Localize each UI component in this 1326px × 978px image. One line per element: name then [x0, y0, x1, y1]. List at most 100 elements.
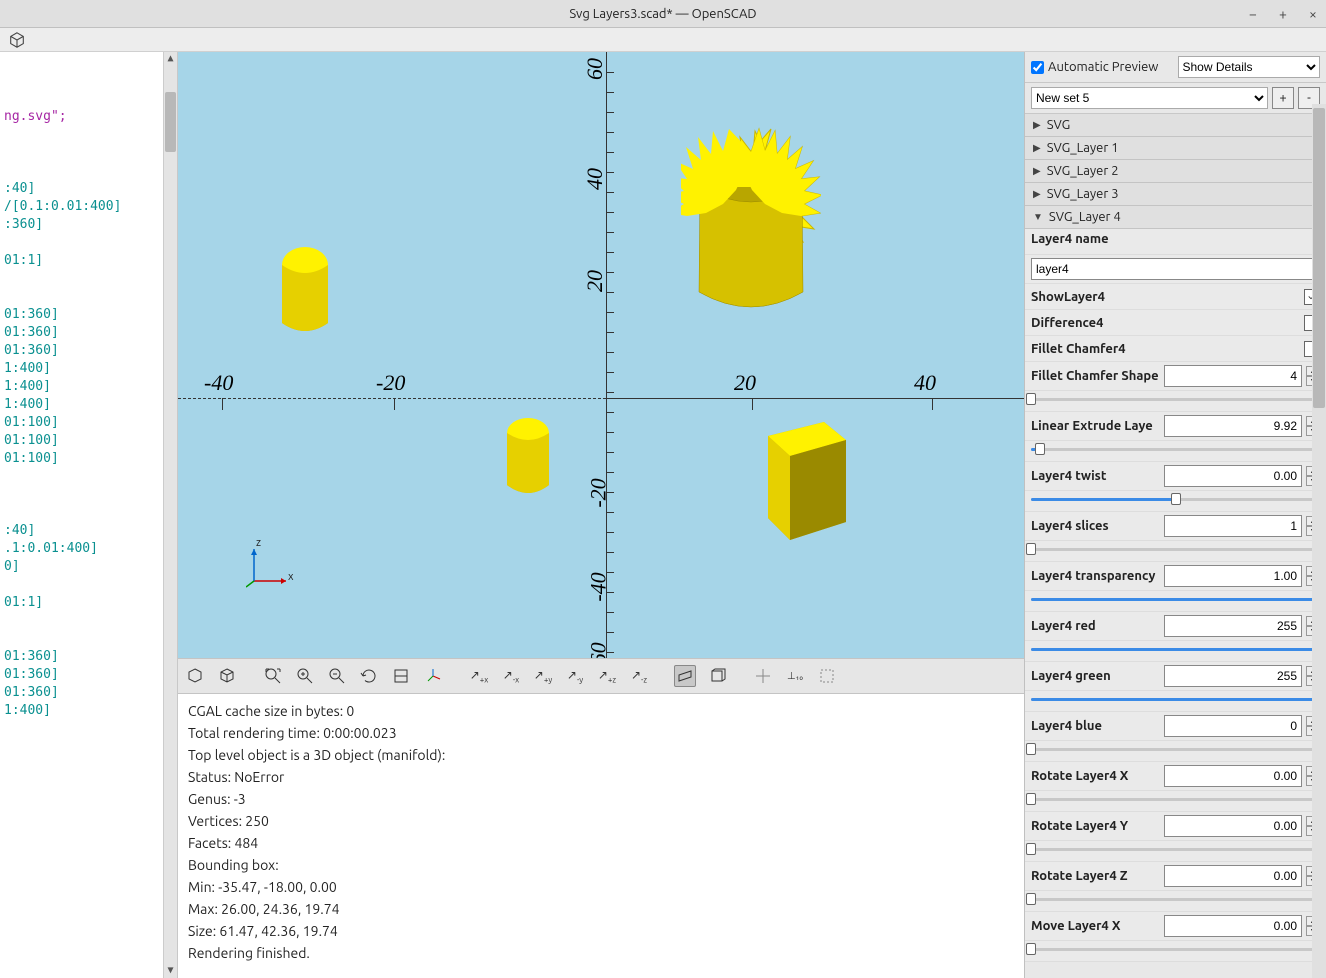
show-details-dropdown[interactable]: Show Details [1178, 56, 1321, 78]
prop-slider[interactable] [1031, 643, 1320, 655]
scroll-up-icon[interactable]: ▲ [164, 52, 177, 66]
section-svg_layer-2[interactable]: ▶ SVG_Layer 2 [1025, 160, 1326, 183]
section-svg[interactable]: ▶SVG [1025, 114, 1326, 137]
prop-label: Layer4 red [1031, 619, 1160, 633]
scroll-down-icon[interactable]: ▼ [164, 964, 177, 978]
title-bar: Svg Layers3.scad* — OpenSCAD − + × [0, 0, 1326, 28]
axis-tick-label: -40 [586, 572, 612, 601]
console-line: Bounding box: [188, 854, 1014, 876]
prop-input[interactable] [1164, 365, 1302, 387]
maximize-button[interactable]: + [1274, 5, 1292, 23]
prop-slider[interactable] [1031, 493, 1320, 505]
customizer-panel: Automatic Preview Show Details New set 5… [1024, 52, 1326, 978]
view-front-icon[interactable] [390, 665, 412, 687]
app-toolbar [0, 28, 1326, 52]
layer-name-input[interactable] [1031, 258, 1320, 280]
prop-label: Layer4 blue [1031, 719, 1160, 733]
zoom-in-icon[interactable] [294, 665, 316, 687]
axis-tick-label: 20 [734, 370, 756, 396]
show-axes-icon[interactable] [422, 665, 444, 687]
prop-slider[interactable] [1031, 843, 1320, 855]
code-editor[interactable]: ng.svg"; :40]/[0.1:0.01:400]:360] 01:1] … [0, 52, 178, 978]
arrow-minus-z-icon[interactable]: ↗-z [628, 665, 650, 687]
axis-tick-label: -20 [586, 478, 612, 507]
reset-view-icon[interactable] [358, 665, 380, 687]
code-scrollbar[interactable]: ▲ ▼ [163, 52, 177, 978]
prop-input[interactable] [1164, 565, 1302, 587]
arrow-plus-y-icon[interactable]: ↗+y [532, 665, 554, 687]
cube-wire-icon[interactable] [6, 29, 28, 51]
show-scale-icon[interactable]: ⊥₁₀ [784, 665, 806, 687]
view-render-icon[interactable] [216, 665, 238, 687]
prop-slider[interactable] [1031, 593, 1320, 605]
section-svg_layer-3[interactable]: ▶ SVG_Layer 3 [1025, 183, 1326, 206]
console-line: Genus: -3 [188, 788, 1014, 810]
axis-tick-label: 40 [914, 370, 936, 396]
view-preview-icon[interactable] [184, 665, 206, 687]
close-button[interactable]: × [1304, 5, 1322, 23]
arrow-plus-z-icon[interactable]: ↗+z [596, 665, 618, 687]
prop-slider[interactable] [1031, 893, 1320, 905]
layer-name-label: Layer4 name [1031, 232, 1320, 251]
prop-label: Move Layer4 X [1031, 919, 1160, 933]
prop-slider[interactable] [1031, 443, 1320, 455]
prop-input[interactable] [1164, 815, 1302, 837]
orthographic-icon[interactable] [706, 665, 728, 687]
auto-preview-checkbox[interactable] [1031, 61, 1044, 74]
prop-input[interactable] [1164, 415, 1302, 437]
preset-add-button[interactable]: + [1272, 87, 1294, 109]
axis-tick-label: 40 [582, 168, 608, 190]
console-line: Top level object is a 3D object (manifol… [188, 744, 1014, 766]
prop-input[interactable] [1164, 765, 1302, 787]
prop-input[interactable] [1164, 715, 1302, 737]
chevron-right-icon: ▶ [1033, 165, 1041, 177]
chevron-right-icon: ▶ [1033, 188, 1041, 200]
axis-tick-label: 60 [582, 58, 608, 80]
prop-input[interactable] [1164, 865, 1302, 887]
prop-input[interactable] [1164, 915, 1302, 937]
prop-slider[interactable] [1031, 943, 1320, 955]
difference-checkbox-label: Difference4 [1031, 316, 1300, 330]
console-line: Vertices: 250 [188, 810, 1014, 832]
prop-slider[interactable] [1031, 693, 1320, 705]
console-line: Rendering finished. [188, 942, 1014, 964]
prop-slider[interactable] [1031, 793, 1320, 805]
console-line: Facets: 484 [188, 832, 1014, 854]
customizer-scroll-thumb[interactable] [1313, 108, 1325, 408]
scroll-thumb[interactable] [165, 92, 176, 152]
prop-input[interactable] [1164, 615, 1302, 637]
section-svg_layer-4[interactable]: ▼SVG_Layer 4 [1025, 206, 1326, 229]
prop-input[interactable] [1164, 665, 1302, 687]
axis-gizmo: x z [246, 541, 294, 592]
customizer-scrollbar[interactable] [1312, 104, 1326, 978]
prop-label: Rotate Layer4 Y [1031, 819, 1160, 833]
prop-slider[interactable] [1031, 743, 1320, 755]
oval-cylinder-2 [504, 415, 552, 501]
prop-slider[interactable] [1031, 393, 1320, 405]
arrow-minus-x-icon[interactable]: ↗-x [500, 665, 522, 687]
console-line: Total rendering time: 0:00:00.023 [188, 722, 1014, 744]
arrow-plus-x-icon[interactable]: ↗+x [468, 665, 490, 687]
axis-tick-label: -20 [376, 370, 405, 396]
oval-cylinder-1 [278, 243, 332, 339]
zoom-fit-icon[interactable] [262, 665, 284, 687]
section-label: SVG_Layer 3 [1047, 187, 1119, 201]
show-edges-icon[interactable] [816, 665, 838, 687]
prop-input[interactable] [1164, 465, 1302, 487]
axis-label-z: z [256, 537, 261, 549]
section-label: SVG [1047, 118, 1071, 132]
prop-slider[interactable] [1031, 543, 1320, 555]
console-line: Min: -35.47, -18.00, 0.00 [188, 876, 1014, 898]
minimize-button[interactable]: − [1244, 5, 1262, 23]
console-output[interactable]: CGAL cache size in bytes: 0Total renderi… [178, 694, 1024, 978]
section-svg_layer-1[interactable]: ▶SVG_Layer 1 [1025, 137, 1326, 160]
zoom-out-icon[interactable] [326, 665, 348, 687]
axis-horizontal-left [178, 398, 606, 399]
show-crosshair-icon[interactable] [752, 665, 774, 687]
arrow-minus-y-icon[interactable]: ↗-y [564, 665, 586, 687]
preset-dropdown[interactable]: New set 5 [1031, 87, 1268, 109]
section-label: SVG_Layer 2 [1047, 164, 1119, 178]
prop-input[interactable] [1164, 515, 1302, 537]
3d-viewport[interactable]: -40-202040 604020-20-40-60 [178, 52, 1024, 658]
perspective-icon[interactable] [674, 665, 696, 687]
